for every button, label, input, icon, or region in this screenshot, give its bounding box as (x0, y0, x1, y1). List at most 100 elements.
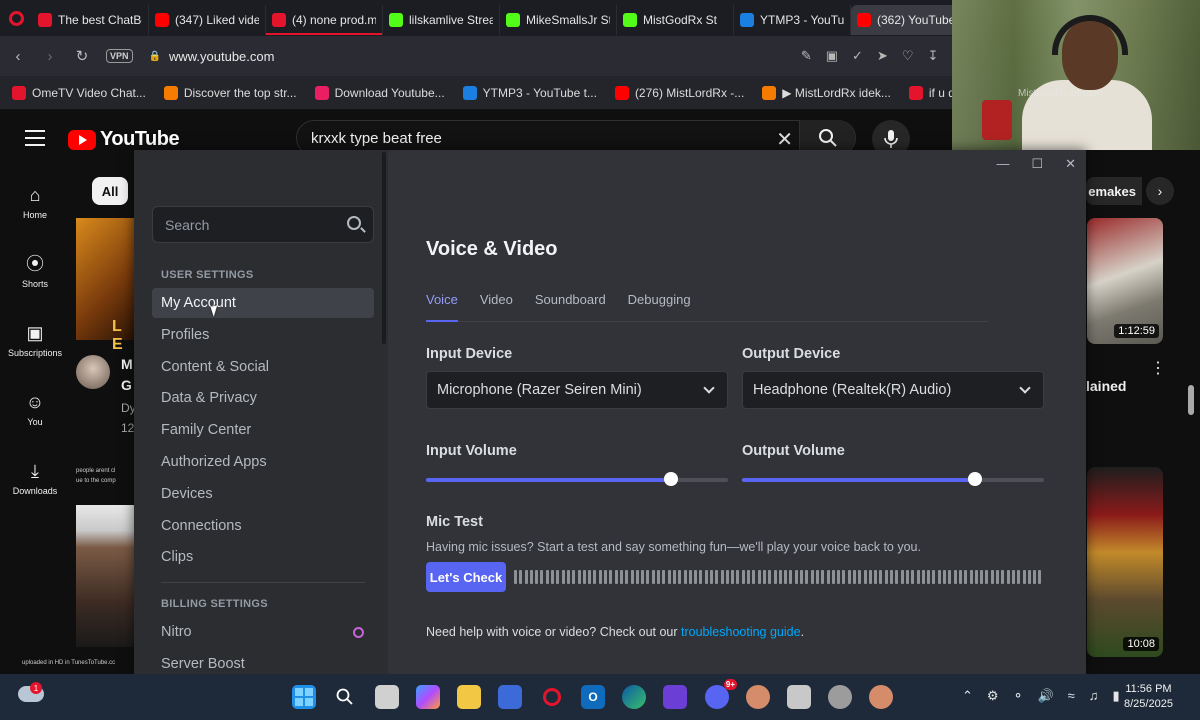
chips-next-icon[interactable]: › (1146, 177, 1174, 205)
browser-tab[interactable]: YTMP3 - YouTube (734, 5, 851, 35)
copilot-icon[interactable] (416, 685, 440, 709)
bookmark-item[interactable]: OmeTV Video Chat... (12, 85, 146, 100)
windows-start-icon[interactable] (292, 685, 316, 709)
sidebar-item-devices[interactable]: Devices (152, 479, 374, 509)
discord-taskbar-icon[interactable]: 9+ (705, 679, 737, 709)
sidebar-item-server-boost[interactable]: Server Boost (152, 649, 374, 674)
bookmark-item[interactable]: YTMP3 - YouTube t... (462, 85, 597, 100)
video-thumbnail[interactable]: L E (76, 218, 134, 353)
tray-expand-icon[interactable]: ⌃ (962, 688, 973, 704)
game-app-icon[interactable] (869, 685, 893, 709)
outlook-icon[interactable]: O (581, 685, 605, 709)
rail-item-subscriptions[interactable]: ▣ Subscriptions (0, 306, 70, 375)
wifi-icon[interactable]: ≈ (1068, 688, 1075, 704)
hamburger-menu-icon[interactable] (25, 130, 45, 146)
video-thumbnail[interactable]: 10:08 (1087, 467, 1163, 657)
browser-tab[interactable]: The best ChatBot (32, 5, 149, 35)
maximize-icon[interactable]: ☐ (1031, 156, 1043, 172)
shield-icon[interactable]: ✓ (852, 48, 863, 64)
battery-icon[interactable]: ▮ (1113, 688, 1120, 704)
browser-tab[interactable]: MikeSmallsJr Stre (500, 5, 617, 35)
chip-remakes[interactable]: emakes (1086, 177, 1142, 205)
rail-item-downloads[interactable]: ⤓ Downloads (0, 444, 70, 513)
task-view-icon[interactable] (375, 685, 399, 709)
chip-all[interactable]: All (92, 177, 128, 205)
settings-search-input[interactable]: Search (152, 206, 374, 243)
camera-app-icon[interactable] (787, 685, 811, 709)
sidebar-item-authorized-apps[interactable]: Authorized Apps (152, 447, 374, 477)
tab-debugging[interactable]: Debugging (628, 292, 691, 322)
speaker-icon[interactable]: ♫ (1089, 688, 1099, 704)
sidebar-item-family-center[interactable]: Family Center (152, 415, 374, 445)
back-icon[interactable]: ‹ (10, 48, 26, 65)
sidebar-item-data-privacy[interactable]: Data & Privacy (152, 383, 374, 413)
volume-icon[interactable]: 🔊 (1037, 688, 1053, 704)
rail-item-shorts[interactable]: ⦿ Shorts (0, 237, 70, 306)
tab-video[interactable]: Video (480, 292, 513, 322)
lock-icon[interactable]: 🔒 (149, 51, 161, 62)
roblox-avatar-icon[interactable] (746, 685, 770, 709)
close-icon[interactable]: ✕ (1065, 156, 1076, 172)
bookmark-item[interactable]: ▶ MistLordRx idek... (762, 85, 891, 100)
opera-taskbar-icon[interactable] (540, 685, 564, 709)
camera-icon[interactable]: ▣ (826, 48, 838, 64)
lets-check-button[interactable]: Let's Check (426, 562, 506, 592)
vpn-badge[interactable]: VPN (106, 49, 133, 63)
slider-handle[interactable] (663, 472, 678, 486)
microphone-tray-icon[interactable]: ⚬ (1013, 688, 1024, 704)
sidebar-item-content-social[interactable]: Content & Social (152, 352, 374, 382)
rail-item-home[interactable]: ⌂ Home (0, 168, 70, 237)
video-thumbnail[interactable] (76, 505, 134, 647)
troubleshooting-link[interactable]: troubleshooting guide (681, 625, 801, 639)
tray-app-icon[interactable]: ⚙ (987, 688, 999, 704)
slider-handle[interactable] (967, 472, 982, 486)
sidebar-scrollbar[interactable] (382, 152, 386, 344)
edit-icon[interactable]: ✎ (801, 48, 812, 64)
settings-icon[interactable] (828, 685, 852, 709)
page-scrollbar[interactable] (1188, 385, 1194, 415)
clear-search-icon[interactable]: ✕ (776, 127, 793, 152)
opera-menu-icon[interactable] (0, 0, 32, 36)
clipchamp-icon[interactable] (663, 685, 687, 709)
video-title-fragment[interactable]: lained (1086, 378, 1126, 394)
sidebar-item-profiles[interactable]: Profiles (152, 320, 374, 350)
bookmark-item[interactable]: (276) MistLordRx -... (614, 85, 744, 100)
minimize-icon[interactable]: — (996, 156, 1009, 172)
video-title-fragment[interactable]: M (121, 356, 133, 372)
tab-soundboard[interactable]: Soundboard (535, 292, 606, 322)
sidebar-item-nitro[interactable]: Nitro (152, 617, 374, 647)
reload-icon[interactable]: ↻ (74, 47, 90, 65)
browser-tab[interactable]: (347) Liked videos (149, 5, 266, 35)
browser-tab[interactable]: (362) YouTube (851, 5, 968, 35)
browser-tab[interactable]: lilskamlive Stream (383, 5, 500, 35)
url-field[interactable]: www.youtube.com (169, 49, 275, 64)
browser-tab[interactable]: MistGodRx St (617, 5, 734, 35)
youtube-logo[interactable]: YouTube (68, 128, 180, 151)
video-thumbnail[interactable]: 1:12:59 (1087, 218, 1163, 344)
output-device-select[interactable]: Headphone (Realtek(R) Audio) (742, 371, 1044, 409)
bookmark-item[interactable]: Discover the top str... (163, 85, 297, 100)
share-icon[interactable]: ➤ (877, 48, 888, 64)
store-icon[interactable] (498, 685, 522, 709)
sidebar-item-connections[interactable]: Connections (152, 511, 374, 541)
sidebar-item-my-account[interactable]: My Account (152, 288, 374, 318)
rail-item-you[interactable]: ☺ You (0, 375, 70, 444)
system-clock[interactable]: 11:56 PM 8/25/2025 (1124, 682, 1173, 712)
forward-icon[interactable]: › (42, 48, 58, 65)
browser-tab[interactable]: (4) none prod.mis (266, 5, 383, 35)
channel-avatar[interactable] (76, 355, 110, 389)
edge-icon[interactable] (622, 685, 646, 709)
input-volume-slider[interactable] (426, 472, 728, 486)
file-explorer-icon[interactable] (457, 685, 481, 709)
input-volume-label: Input Volume (426, 443, 517, 459)
input-device-select[interactable]: Microphone (Razer Seiren Mini) (426, 371, 728, 409)
tab-voice[interactable]: Voice (426, 292, 458, 322)
download-icon[interactable]: ↧ (928, 48, 939, 64)
taskbar-search-icon[interactable] (333, 685, 357, 709)
bookmark-item[interactable]: Download Youtube... (314, 85, 445, 100)
video-title-fragment[interactable]: G (121, 377, 132, 393)
sidebar-item-clips[interactable]: Clips (152, 542, 374, 572)
heart-icon[interactable]: ♡ (902, 48, 914, 64)
more-options-icon[interactable]: ⋮ (1150, 358, 1166, 378)
output-volume-slider[interactable] (742, 472, 1044, 486)
